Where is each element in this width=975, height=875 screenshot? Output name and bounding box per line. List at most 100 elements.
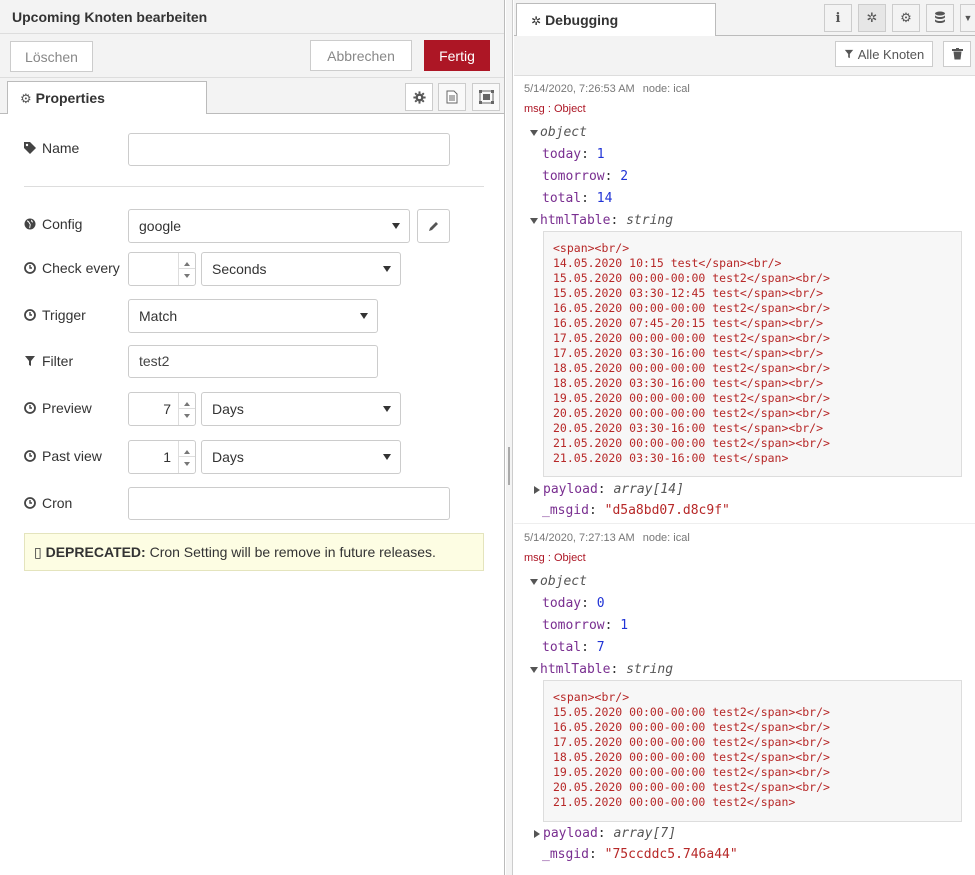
info-tab-button[interactable]: i: [824, 4, 852, 32]
prop-value: 7: [596, 640, 605, 655]
more-tabs-button[interactable]: ▼: [960, 4, 975, 32]
prop-key: payload: [543, 826, 598, 841]
message-node[interactable]: node: ical: [643, 83, 690, 95]
gear-icon: [412, 90, 426, 104]
panel-splitter[interactable]: [506, 0, 513, 875]
appearance-tab-button[interactable]: [472, 83, 500, 111]
clock-icon: [24, 309, 36, 321]
prop-htmltable-toggle[interactable]: htmlTable: string: [530, 213, 673, 228]
edit-tray: Upcoming Knoten bearbeiten Löschen Abbre…: [0, 0, 505, 875]
message-node[interactable]: node: ical: [643, 532, 690, 544]
preview-label-text: Preview: [42, 400, 92, 416]
clock-icon: [24, 402, 36, 414]
caret-down-icon: [392, 223, 400, 229]
object-toggle[interactable]: object: [530, 125, 587, 140]
spinner-arrows[interactable]: [178, 441, 195, 473]
check-every-label-text: Check every: [42, 260, 120, 276]
prop-payload-toggle[interactable]: payload: array[7]: [534, 826, 676, 841]
arrow-down-icon: [184, 414, 190, 418]
prop-payload-toggle[interactable]: payload: array[14]: [534, 482, 684, 497]
message-type: msg : Object: [524, 103, 586, 115]
splitter-grip[interactable]: [508, 447, 510, 485]
pencil-icon: [428, 222, 438, 231]
prop-value: "d5a8bd07.d8c9f": [604, 503, 730, 518]
preview-unit-value: Days: [212, 401, 244, 417]
debug-tab-button[interactable]: ✲: [858, 4, 886, 32]
delete-button[interactable]: Löschen: [10, 41, 93, 72]
caret-down-icon: [360, 313, 368, 319]
name-input[interactable]: [128, 133, 450, 166]
past-view-unit-select[interactable]: Days: [201, 440, 401, 474]
config-select[interactable]: google: [128, 209, 410, 243]
config-label: Config: [24, 216, 82, 232]
clock-icon: [24, 450, 36, 462]
preview-spinner[interactable]: 7: [128, 392, 196, 426]
past-view-label: Past view: [24, 448, 102, 464]
prop-value: 1: [620, 618, 629, 633]
context-data-tab-button[interactable]: [926, 4, 954, 32]
edit-config-button[interactable]: [417, 209, 450, 243]
prop-htmltable-toggle[interactable]: htmlTable: string: [530, 662, 673, 677]
preview-unit-select[interactable]: Days: [201, 392, 401, 426]
prop-value: 2: [620, 169, 629, 184]
caret-down-icon: [383, 454, 391, 460]
trash-icon: [951, 48, 963, 60]
tab-debugging[interactable]: ✲ Debugging: [516, 3, 716, 37]
cancel-button[interactable]: Abbrechen: [310, 40, 412, 71]
arrow-down-icon: [184, 274, 190, 278]
object-label: object: [540, 125, 587, 140]
clock-icon: [24, 497, 36, 509]
description-tab-button[interactable]: [438, 83, 466, 111]
past-view-spinner[interactable]: 1: [128, 440, 196, 474]
clear-messages-button[interactable]: [943, 41, 971, 67]
node-settings-tab-button[interactable]: [405, 83, 433, 111]
done-button[interactable]: Fertig: [424, 40, 490, 71]
object-group-icon: [478, 90, 494, 104]
prop-total: total: 14: [542, 191, 613, 206]
config-label-text: Config: [42, 216, 83, 232]
trigger-select[interactable]: Match: [128, 299, 378, 333]
prop-today: today: 0: [542, 596, 605, 611]
expanded-arrow-icon: [530, 666, 538, 673]
cron-input[interactable]: [128, 487, 450, 520]
gear-icon: ⚙: [900, 10, 912, 25]
prop-key: payload: [543, 482, 598, 497]
prop-type: string: [626, 662, 674, 677]
message-timestamp: 5/14/2020, 7:27:13 AM: [524, 532, 635, 544]
object-toggle[interactable]: object: [530, 574, 587, 589]
check-every-unit-select[interactable]: Seconds: [201, 252, 401, 286]
filter-nodes-button[interactable]: Alle Knoten: [835, 41, 933, 67]
spinner-arrows[interactable]: [178, 393, 195, 425]
config-select-value: google: [139, 218, 182, 234]
prop-key: total: [542, 640, 582, 655]
config-nodes-tab-button[interactable]: ⚙: [892, 4, 920, 32]
prop-key: today: [542, 147, 582, 162]
debug-sidebar: ✲ Debugging i ✲ ⚙ ▼ Alle Knoten 5/14/2020…: [514, 0, 975, 875]
prop-total: total: 7: [542, 640, 605, 655]
tag-icon: [24, 142, 36, 154]
message-meta: 5/14/2020, 7:27:13 AM node: ical: [524, 532, 690, 544]
htmltable-value[interactable]: <span><br/> 15.05.2020 00:00-00:00 test2…: [543, 680, 962, 822]
prop-key: htmlTable: [540, 662, 611, 677]
filter-icon: [24, 355, 36, 367]
filter-input[interactable]: test2: [128, 345, 378, 378]
past-view-unit-value: Days: [212, 449, 244, 465]
check-every-spinner[interactable]: [128, 252, 196, 286]
caret-down-icon: ▼: [963, 13, 973, 23]
prop-value: 0: [596, 596, 605, 611]
collapsed-arrow-icon: [534, 485, 540, 494]
htmltable-value[interactable]: <span><br/> 14.05.2020 10:15 test</span>…: [543, 231, 962, 477]
name-label: Name: [24, 140, 79, 156]
filter-nodes-label: Alle Knoten: [857, 46, 925, 62]
tab-properties[interactable]: ⚙ Properties: [7, 81, 207, 115]
spinner-arrows[interactable]: [178, 253, 195, 285]
prop-tomorrow: tomorrow: 1: [542, 618, 629, 633]
caret-down-icon: [383, 406, 391, 412]
preview-value: 7: [163, 401, 171, 417]
filter-label: Filter: [24, 353, 73, 369]
warning-icon: ▯: [34, 544, 42, 560]
prop-msgid: _msgid: "d5a8bd07.d8c9f": [542, 503, 730, 518]
debug-messages: 5/14/2020, 7:26:53 AM node: ical msg : Ob…: [514, 76, 975, 875]
tab-debugging-label: Debugging: [545, 12, 619, 28]
debug-message: 5/14/2020, 7:27:13 AM node: ical msg : Ob…: [514, 525, 975, 875]
